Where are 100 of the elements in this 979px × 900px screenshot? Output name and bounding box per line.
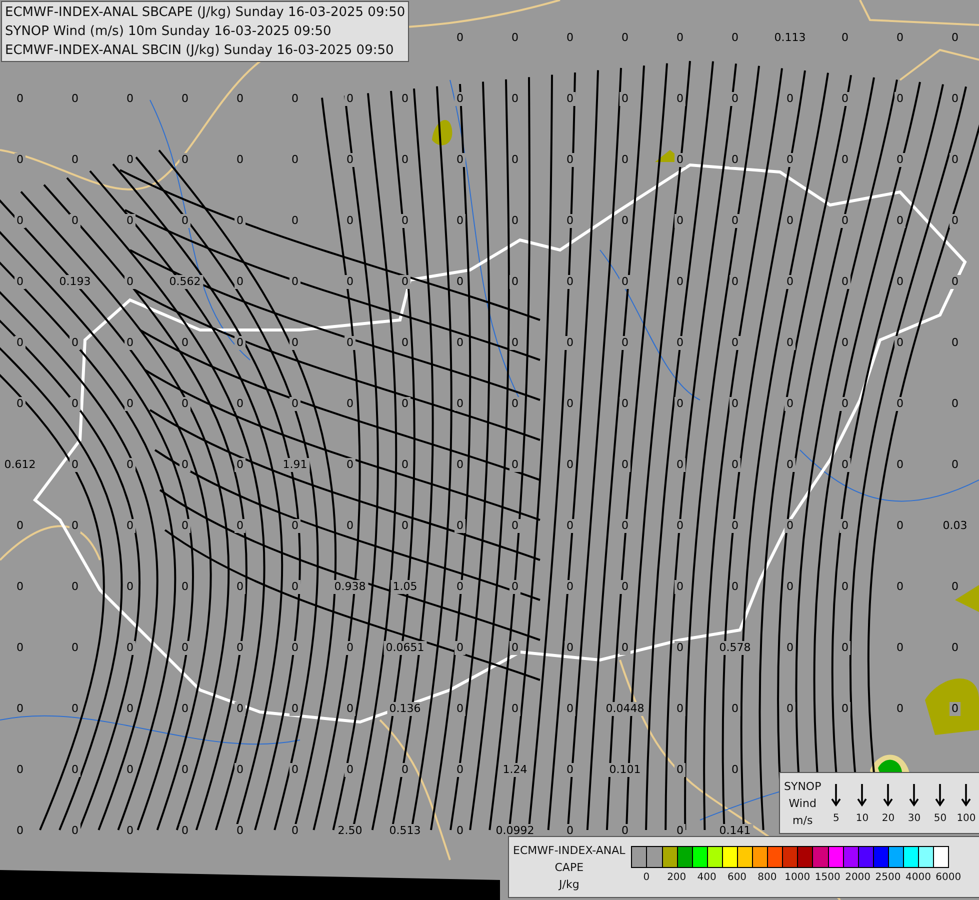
- speed-label: 20: [882, 812, 895, 824]
- value-label: 0: [70, 763, 80, 777]
- value-label: 0: [510, 458, 520, 472]
- value-label: 0: [620, 275, 630, 289]
- arrow-icon: [935, 782, 946, 806]
- value-label: 0: [234, 580, 246, 594]
- value-label: 0: [564, 153, 576, 167]
- value-label: 0: [344, 641, 356, 655]
- value-label: 0: [620, 519, 630, 533]
- value-label: 0: [70, 214, 80, 228]
- value-label: 0: [784, 519, 796, 533]
- value-label: 0: [454, 702, 466, 716]
- value-label: 0.578: [717, 641, 753, 655]
- value-label: 0: [234, 702, 246, 716]
- legend-label: ECMWF-INDEX-ANAL: [513, 842, 626, 858]
- value-label: 0.136: [387, 702, 423, 716]
- value-label: 0: [454, 397, 466, 411]
- arrow-icon: [831, 782, 842, 806]
- value-label: 0: [14, 336, 26, 350]
- tick-label: 4000: [905, 872, 931, 883]
- tick-label: 400: [697, 872, 716, 883]
- value-label: 0: [234, 336, 246, 350]
- value-label: 0: [180, 641, 190, 655]
- value-label: 0: [730, 92, 740, 106]
- value-label: 0: [840, 92, 850, 106]
- value-label: 0: [564, 336, 576, 350]
- value-label: 0: [564, 92, 576, 106]
- map-title: ECMWF-INDEX-ANAL SBCIN (J/kg) Sunday 16-03-2025 09:50: [5, 42, 395, 60]
- value-label: 0: [784, 458, 796, 472]
- value-label: 0: [344, 153, 356, 167]
- value-label: 0: [784, 153, 796, 167]
- value-label: 0.562: [167, 275, 203, 289]
- value-label: 0: [180, 458, 190, 472]
- value-label: 0: [510, 580, 520, 594]
- value-label: 0: [454, 92, 466, 106]
- value-label: 0: [400, 763, 410, 777]
- value-label: 0: [290, 641, 300, 655]
- value-label: 0: [180, 519, 190, 533]
- value-label: 0: [290, 763, 300, 777]
- map-title: ECMWF-INDEX-ANAL SBCAPE (J/kg) Sunday 16-03-2025 09:50: [5, 4, 406, 22]
- value-label: 0: [344, 336, 356, 350]
- value-label: 0: [234, 275, 246, 289]
- value-label: 0: [564, 763, 576, 777]
- value-label: 0: [674, 336, 686, 350]
- value-label: 0: [290, 397, 300, 411]
- value-label: 0: [70, 397, 80, 411]
- tick-label: 600: [727, 872, 747, 883]
- value-label: 0: [510, 519, 520, 533]
- value-label: 0: [840, 275, 850, 289]
- value-label: 0: [124, 397, 136, 411]
- value-label: 0: [510, 336, 520, 350]
- value-label: 0: [840, 214, 850, 228]
- value-label: 1.91: [280, 458, 310, 472]
- value-label: 0: [784, 275, 796, 289]
- value-label: 0: [234, 214, 246, 228]
- value-label: 0: [564, 519, 576, 533]
- value-label: 0: [730, 702, 740, 716]
- value-label: 0: [510, 702, 520, 716]
- value-label: 0: [564, 702, 576, 716]
- value-label: 0: [674, 580, 686, 594]
- value-label: 0: [894, 214, 906, 228]
- value-label: 0: [344, 702, 356, 716]
- value-label: 0: [564, 275, 576, 289]
- value-label: 0: [344, 92, 356, 106]
- value-label: 0: [234, 397, 246, 411]
- value-label: 0: [730, 519, 740, 533]
- tick-label: 2000: [845, 872, 871, 883]
- value-label: 0: [290, 580, 300, 594]
- value-label: 0: [730, 214, 740, 228]
- value-label: 0: [730, 458, 740, 472]
- value-label: 0: [14, 275, 26, 289]
- value-label: 0: [344, 275, 356, 289]
- map-title: SYNOP Wind (m/s) 10m Sunday 16-03-2025 09:50: [5, 23, 332, 41]
- value-label: 0: [840, 702, 850, 716]
- value-label: 0.0448: [604, 702, 646, 716]
- value-label: 0: [124, 275, 136, 289]
- value-label: 0: [730, 336, 740, 350]
- value-label: 0: [730, 153, 740, 167]
- tick-label: 200: [667, 872, 686, 883]
- value-label: 1.05: [390, 580, 420, 594]
- value-label: 0: [620, 336, 630, 350]
- value-label: 0.0651: [384, 641, 426, 655]
- value-label: 0: [124, 336, 136, 350]
- value-label: 0: [124, 519, 136, 533]
- value-label: 0: [180, 397, 190, 411]
- value-label: 0.193: [57, 275, 93, 289]
- value-label: 0: [180, 702, 190, 716]
- legend-label: CAPE: [554, 860, 584, 876]
- value-label: 0: [290, 336, 300, 350]
- value-label: 0: [784, 336, 796, 350]
- speed-label: 10: [856, 812, 869, 824]
- value-label: 0: [674, 92, 686, 106]
- tick-label: 2500: [875, 872, 901, 883]
- value-label: 0: [894, 397, 906, 411]
- legend-label: SYNOP: [784, 778, 822, 794]
- value-label: 0: [124, 641, 136, 655]
- value-label: 0: [894, 336, 906, 350]
- value-label: 0: [840, 458, 850, 472]
- speed-label: 100: [956, 812, 976, 824]
- value-label: 0: [14, 214, 26, 228]
